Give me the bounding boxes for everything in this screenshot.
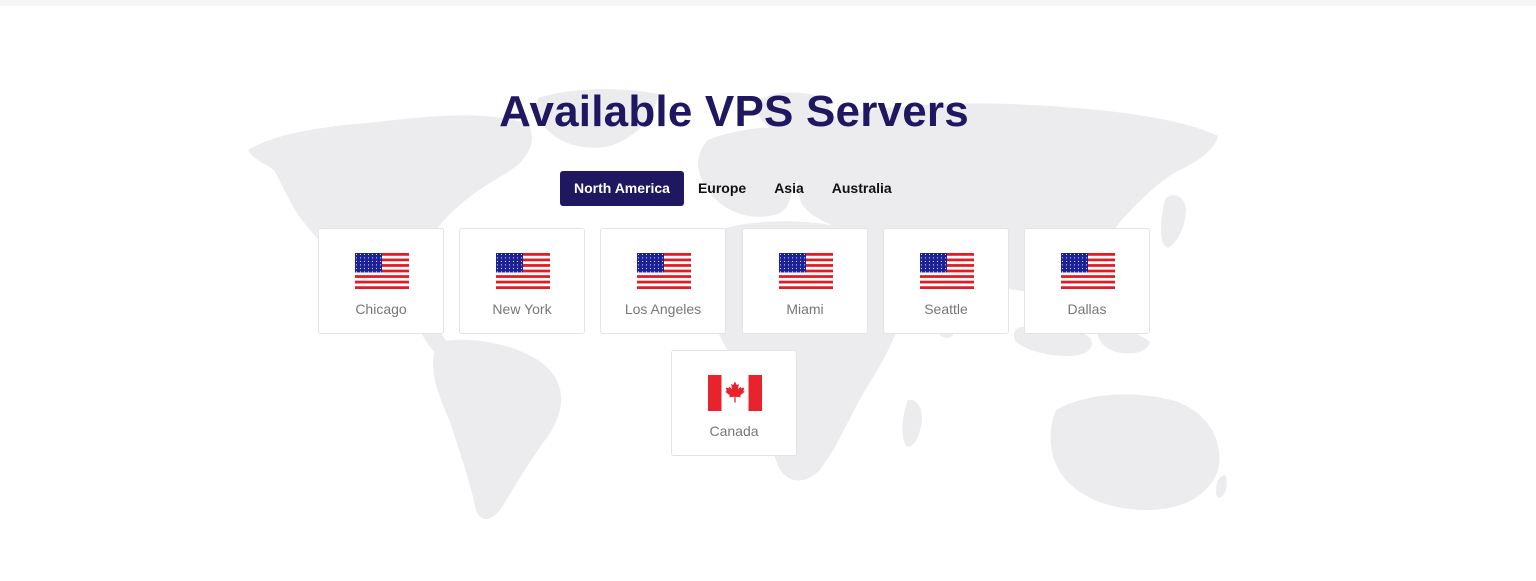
location-city-label: Dallas <box>1067 301 1107 317</box>
tab-north-america[interactable]: North America <box>560 171 684 206</box>
location-card-chicago[interactable]: Chicago <box>318 228 444 334</box>
location-city-label: Miami <box>786 301 824 317</box>
location-city-label: Chicago <box>355 301 407 317</box>
location-card-canada[interactable]: Canada <box>671 350 797 456</box>
location-card-new-york[interactable]: New York <box>459 228 585 334</box>
us-flag-icon <box>920 253 974 289</box>
us-flag-icon <box>496 253 550 289</box>
us-flag-icon <box>637 253 691 289</box>
location-card-miami[interactable]: Miami <box>742 228 868 334</box>
us-flag-icon <box>1061 253 1115 289</box>
location-card-seattle[interactable]: Seattle <box>883 228 1009 334</box>
tab-australia[interactable]: Australia <box>818 171 906 206</box>
location-card-los-angeles[interactable]: Los Angeles <box>600 228 726 334</box>
location-city-label: Canada <box>709 423 759 439</box>
us-flag-icon <box>355 253 409 289</box>
location-city-label: Seattle <box>924 301 968 317</box>
page: Available VPS Servers North America Euro… <box>0 0 1536 581</box>
tab-europe[interactable]: Europe <box>684 171 760 206</box>
canada-flag-icon <box>708 375 762 411</box>
tab-asia[interactable]: Asia <box>760 171 818 206</box>
region-tabs: North America Europe Asia Australia <box>560 171 906 206</box>
location-card-dallas[interactable]: Dallas <box>1024 228 1150 334</box>
location-city-label: Los Angeles <box>624 301 702 317</box>
location-city-label: New York <box>492 301 552 317</box>
page-title: Available VPS Servers <box>499 87 969 136</box>
top-strip <box>0 0 1536 6</box>
us-flag-icon <box>779 253 833 289</box>
